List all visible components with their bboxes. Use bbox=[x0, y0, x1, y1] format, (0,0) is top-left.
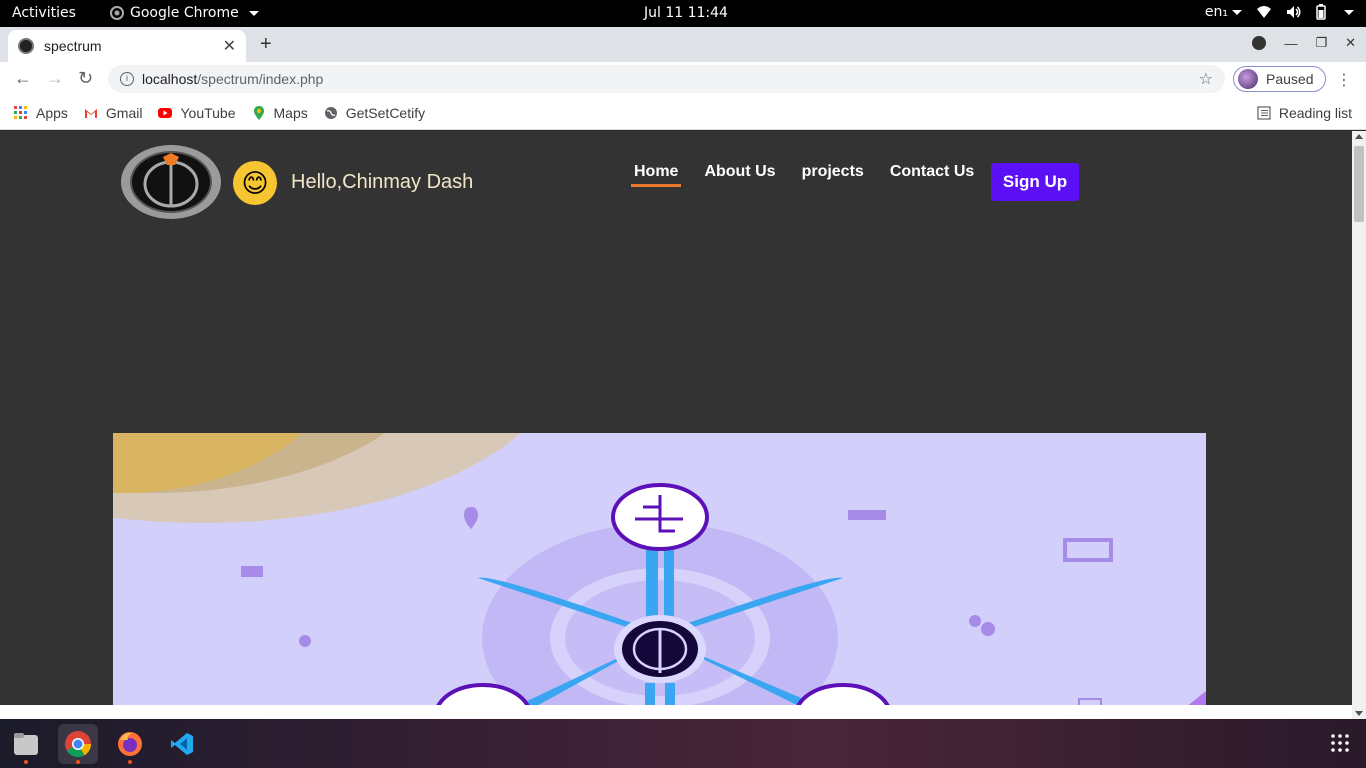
vscode-app[interactable] bbox=[162, 724, 202, 764]
gmail-icon bbox=[84, 108, 97, 118]
minimize-icon[interactable]: — bbox=[1284, 36, 1297, 51]
url-host: localhost bbox=[142, 71, 198, 87]
site-logo[interactable] bbox=[121, 145, 221, 219]
chrome-app[interactable] bbox=[58, 724, 98, 764]
reload-icon[interactable]: ↻ bbox=[78, 68, 93, 89]
bookmark-label: Gmail bbox=[105, 104, 143, 121]
hero-illustration bbox=[113, 433, 1206, 705]
bookmark-youtube[interactable]: YouTube bbox=[158, 104, 236, 121]
close-window-icon[interactable]: ✕ bbox=[1345, 35, 1356, 51]
firefox-icon bbox=[118, 732, 142, 756]
horizontal-scroll-area bbox=[0, 705, 1352, 719]
main-nav: Home About Us projects Contact Us bbox=[630, 163, 1000, 187]
tab-spectrum[interactable]: spectrum ✕ bbox=[8, 30, 246, 62]
show-apps-grid-icon[interactable] bbox=[1330, 733, 1350, 753]
reading-list-button[interactable]: Reading list bbox=[1257, 105, 1352, 121]
taskbar bbox=[0, 719, 1366, 768]
menu-kebab-icon[interactable]: ⋮ bbox=[1336, 70, 1352, 90]
greeting-text: Hello,Chinmay Dash bbox=[291, 171, 474, 193]
clock[interactable]: Jul 11 11:44 bbox=[644, 5, 728, 21]
nav-about-us[interactable]: About Us bbox=[704, 163, 775, 187]
back-arrow-icon[interactable]: ← bbox=[14, 68, 32, 89]
chevron-down-icon bbox=[1232, 9, 1242, 15]
keyboard-layout[interactable]: en₁ bbox=[1205, 4, 1242, 20]
bookmark-star-icon[interactable]: ☆ bbox=[1199, 69, 1213, 89]
nav-contact-us[interactable]: Contact Us bbox=[890, 163, 974, 187]
site-favicon-icon bbox=[18, 38, 34, 54]
window-controls: — ❐ ✕ bbox=[1252, 35, 1356, 51]
scroll-down-icon[interactable] bbox=[1355, 711, 1363, 716]
chrome-small-icon bbox=[110, 6, 124, 20]
scroll-thumb[interactable] bbox=[1354, 146, 1364, 222]
browser-toolbar: ← → ↻ i localhost/spectrum/index.php ☆ P… bbox=[0, 62, 1366, 96]
tab-search-icon[interactable] bbox=[1252, 36, 1267, 50]
close-tab-icon[interactable]: ✕ bbox=[223, 36, 236, 56]
restore-icon[interactable]: ❐ bbox=[1315, 35, 1327, 51]
nav-home[interactable]: Home bbox=[630, 163, 682, 187]
running-indicator bbox=[24, 760, 28, 764]
forward-arrow-icon[interactable]: → bbox=[46, 68, 64, 89]
app-menu[interactable]: Google Chrome bbox=[110, 5, 259, 21]
new-tab-button[interactable]: + bbox=[260, 33, 272, 56]
bookmark-label: GetSetCetify bbox=[345, 104, 426, 121]
running-indicator bbox=[76, 760, 80, 764]
keyboard-layout-label: en₁ bbox=[1204, 4, 1228, 20]
profile-status: Paused bbox=[1266, 71, 1314, 87]
bookmarks-bar: Apps Gmail YouTube Maps GetSetCetify Rea… bbox=[0, 96, 1366, 130]
chevron-down-icon bbox=[248, 10, 259, 16]
address-bar[interactable]: i localhost/spectrum/index.php ☆ bbox=[108, 65, 1225, 93]
bookmark-apps[interactable]: Apps bbox=[14, 105, 68, 121]
system-tray[interactable]: en₁ bbox=[1205, 4, 1354, 20]
app-menu-label: Google Chrome bbox=[130, 5, 239, 21]
tab-strip: spectrum ✕ + — ❐ ✕ bbox=[0, 27, 1366, 62]
site-info-icon[interactable]: i bbox=[120, 72, 134, 86]
system-top-bar: Activities Google Chrome Jul 11 11:44 en… bbox=[0, 0, 1366, 27]
vscode-icon bbox=[171, 733, 193, 755]
bookmark-getsetcetify[interactable]: GetSetCetify bbox=[324, 105, 425, 121]
bookmark-gmail[interactable]: Gmail bbox=[84, 104, 143, 121]
maps-pin-icon bbox=[253, 105, 264, 120]
youtube-icon bbox=[158, 107, 173, 118]
battery-icon bbox=[1316, 4, 1326, 20]
firefox-app[interactable] bbox=[110, 724, 150, 764]
page-viewport: 😊 Hello,Chinmay Dash Home About Us proje… bbox=[0, 131, 1352, 705]
bookmark-label: YouTube bbox=[180, 104, 236, 121]
smiley-emoji: 😊 bbox=[233, 161, 277, 205]
files-app[interactable] bbox=[6, 724, 46, 764]
volume-icon bbox=[1287, 6, 1301, 18]
logo-globe-icon bbox=[143, 153, 199, 208]
url-path: /spectrum/index.php bbox=[197, 71, 324, 87]
logo-emblem bbox=[130, 151, 212, 213]
bookmark-label: Maps bbox=[273, 104, 308, 121]
avatar bbox=[1238, 69, 1258, 89]
bookmark-maps[interactable]: Maps bbox=[252, 105, 308, 121]
globe-icon bbox=[324, 106, 337, 119]
tab-title: spectrum bbox=[44, 38, 102, 54]
scroll-up-icon[interactable] bbox=[1355, 134, 1363, 139]
reading-list-label: Reading list bbox=[1278, 105, 1352, 121]
activities-button[interactable]: Activities bbox=[12, 5, 76, 21]
bookmark-label: Apps bbox=[36, 104, 68, 121]
chrome-icon bbox=[65, 731, 92, 758]
apps-grid-icon bbox=[14, 105, 27, 119]
sign-up-button[interactable]: Sign Up bbox=[991, 163, 1079, 201]
files-icon bbox=[14, 733, 38, 755]
reading-list-icon bbox=[1257, 106, 1271, 120]
system-menu-chevron-icon bbox=[1344, 9, 1354, 15]
wifi-icon bbox=[1257, 6, 1271, 18]
vertical-scrollbar[interactable] bbox=[1352, 131, 1366, 719]
running-indicator bbox=[128, 760, 132, 764]
nav-projects[interactable]: projects bbox=[802, 163, 864, 187]
hero-banner bbox=[113, 433, 1206, 705]
profile-button[interactable]: Paused bbox=[1233, 66, 1326, 92]
